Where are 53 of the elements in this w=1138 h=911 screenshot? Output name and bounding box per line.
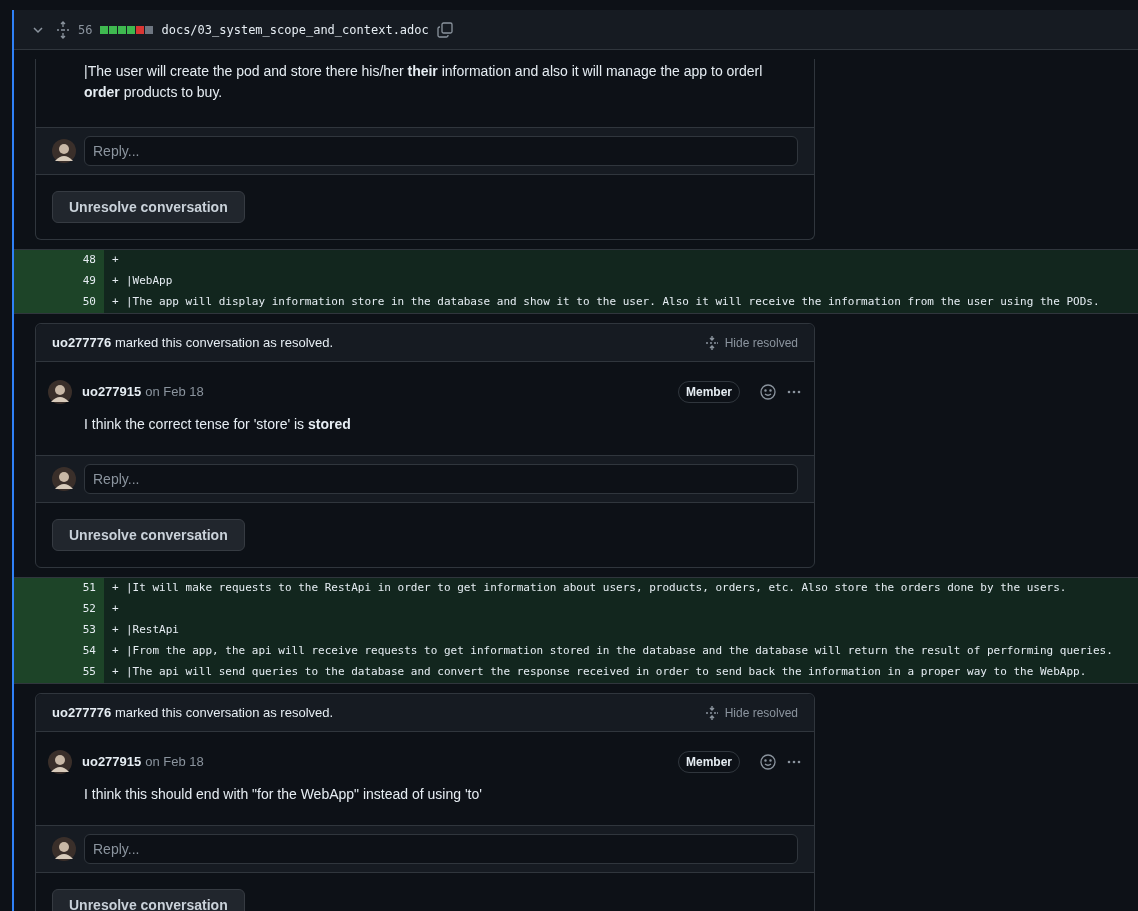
avatar-icon [52,837,76,861]
code-line: |From the app, the api will receive requests to get information stored in the database and the database will return the result of performing queries. [126,643,1113,660]
smiley-icon[interactable] [760,384,776,400]
comment-text: I think this should end with "for the WebApp" instead of using 'to' [83,785,483,804]
diff-sign: + [111,622,120,639]
avatar-icon [52,139,76,163]
line-number: 49 [14,271,104,292]
resolved-notice: uo277776 marked this conversation as resolved. [52,333,335,352]
unresolve-button[interactable]: Unresolve conversation [52,889,245,911]
comment-text: I think the correct tense for 'store' is stored [83,415,352,434]
copy-icon[interactable] [436,21,453,38]
fold-icon [704,704,719,721]
line-number: 54 [14,641,104,662]
file-path[interactable]: docs/03_system_scope_and_context.adoc [161,20,429,39]
resolved-notice: uo277776 marked this conversation as resolved. [52,703,335,722]
hide-resolved-button[interactable]: Hide resolved [704,333,798,352]
unresolve-button[interactable]: Unresolve conversation [52,191,245,223]
comment-author[interactable]: uo277915 [82,752,142,772]
diff-sign: + [111,580,120,597]
code-line: |WebApp [126,273,173,290]
diff-sign: + [111,664,120,681]
diff-sign: + [111,252,120,269]
code-line: |RestApi [126,622,179,639]
comment-date[interactable]: on Feb 18 [145,752,668,772]
diff-sign: + [111,273,120,290]
smiley-icon[interactable] [760,754,776,770]
unresolve-button[interactable]: Unresolve conversation [52,519,245,551]
expand-icon[interactable] [56,20,70,39]
reply-field[interactable]: Reply... [84,136,798,166]
diff-sign: + [111,294,120,311]
hide-resolved-button[interactable]: Hide resolved [704,703,798,722]
line-number: 51 [14,578,104,599]
line-number: 50 [14,292,104,313]
code-line: |The app will display information store in the database and show it to the user. Also it will receive the information from the user using the PODs. [126,294,1100,311]
comment-date[interactable]: on Feb 18 [145,382,668,402]
avatar-icon [52,467,76,491]
fold-icon [704,334,719,351]
change-count: 56 [78,21,93,39]
comment-text: |The user will create the pod and store there his/her their information and also it will manage the app to orderl order products to buy. [83,62,764,102]
comment-author[interactable]: uo277915 [82,382,142,402]
reply-field[interactable]: Reply... [84,834,798,864]
reply-field[interactable]: Reply... [84,464,798,494]
diff-sign: + [111,643,120,660]
line-number: 53 [14,620,104,641]
code-line: |It will make requests to the RestApi in order to get information about users, products, orders, etc. Also store the orders done by the users. [126,580,1067,597]
diffstat-icon [100,25,154,34]
avatar-icon [48,750,72,774]
code-line: |The api will send queries to the database and convert the response received in order to send back the information in a proper way to the WebApp. [126,664,1087,681]
line-number: 52 [14,599,104,620]
line-number: 55 [14,662,104,683]
diff-sign: + [111,601,120,618]
line-number: 48 [14,250,104,271]
avatar-icon [48,380,72,404]
